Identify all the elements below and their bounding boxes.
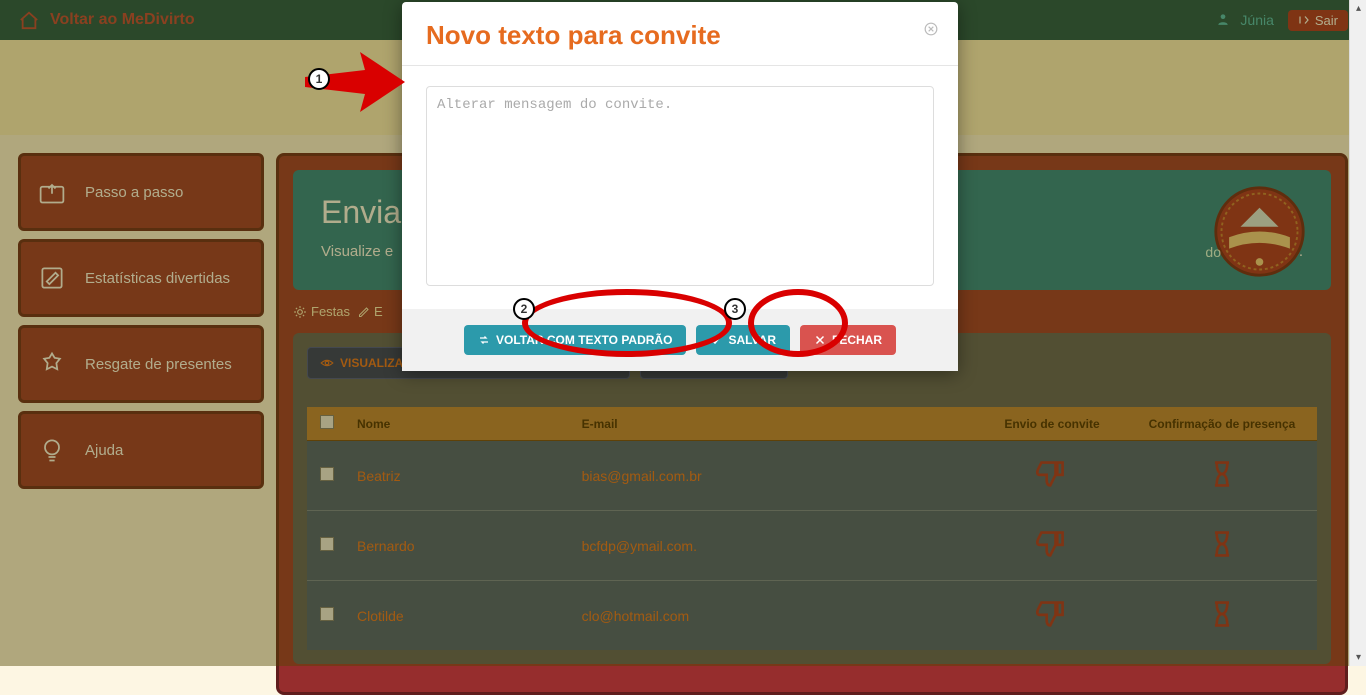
restore-default-text-button[interactable]: VOLTAR COM TEXTO PADRÃO: [464, 325, 686, 355]
close-icon: [924, 22, 938, 36]
scroll-up-button[interactable]: ▴: [1350, 0, 1366, 17]
check-icon: [710, 334, 722, 346]
button-label: FECHAR: [832, 333, 882, 347]
scroll-down-button[interactable]: ▾: [1350, 649, 1366, 666]
annotation-step-3: 3: [724, 298, 746, 320]
x-icon: [814, 334, 826, 346]
button-label: VOLTAR COM TEXTO PADRÃO: [496, 333, 672, 347]
modal-close-button[interactable]: [922, 20, 940, 38]
save-button[interactable]: SALVAR: [696, 325, 790, 355]
annotation-step-2: 2: [513, 298, 535, 320]
button-label: SALVAR: [728, 333, 776, 347]
retweet-icon: [478, 334, 490, 346]
invite-text-input[interactable]: [426, 86, 934, 286]
annotation-step-1: 1: [308, 68, 330, 90]
invite-text-modal: Novo texto para convite VOLTAR COM TEXTO…: [402, 2, 958, 371]
scrollbar[interactable]: ▴ ▾: [1349, 0, 1366, 666]
modal-title: Novo texto para convite: [426, 20, 934, 51]
close-button[interactable]: FECHAR: [800, 325, 896, 355]
